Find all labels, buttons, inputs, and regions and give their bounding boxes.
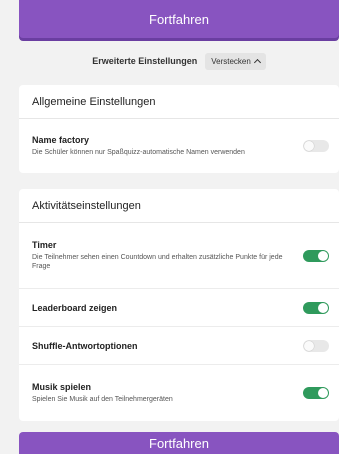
shuffle-answers-toggle[interactable]: [303, 339, 329, 352]
toggle-knob: [318, 388, 328, 398]
toggle-knob: [304, 141, 314, 151]
advanced-settings-bar: Erweiterte Einstellungen Verstecken: [19, 49, 339, 73]
setting-title: Timer: [32, 239, 57, 250]
timer-toggle[interactable]: [303, 249, 329, 262]
toggle-knob: [304, 340, 314, 351]
continue-button-top[interactable]: Fortfahren: [19, 0, 339, 38]
setting-text: Leaderboard zeigen: [32, 303, 117, 313]
hide-advanced-label: Verstecken: [211, 56, 251, 66]
leaderboard-toggle[interactable]: [303, 301, 329, 314]
continue-button-bottom[interactable]: Fortfahren: [19, 432, 339, 454]
setting-title: Musik spielen: [32, 381, 92, 392]
setting-row-name-factory: Name factory Die Schüler können nur Spaß…: [19, 119, 339, 173]
setting-row-shuffle-answers: Shuffle-Antwortoptionen: [19, 327, 339, 365]
name-factory-toggle[interactable]: [303, 140, 329, 152]
chevron-up-icon: [253, 58, 261, 66]
general-settings-heading: Allgemeine Einstellungen: [19, 85, 339, 119]
music-toggle[interactable]: [303, 387, 329, 399]
setting-description: Spielen Sie Musik auf den Teilnehmergerä…: [32, 395, 173, 403]
settings-page: Fortfahren Erweiterte Einstellungen Vers…: [0, 0, 339, 454]
advanced-settings-label: Erweiterte Einstellungen: [92, 56, 198, 66]
setting-description: Die Schüler können nur Spaßquizz-automat…: [32, 148, 245, 156]
setting-text: Musik spielen Spielen Sie Musik auf den …: [32, 382, 173, 404]
setting-text: Timer Die Teilnehmer sehen einen Countdo…: [32, 240, 294, 272]
activity-settings-card: Aktivitätseinstellungen Timer Die Teilne…: [19, 189, 339, 421]
setting-text: Name factory Die Schüler können nur Spaß…: [32, 135, 245, 157]
toggle-knob: [318, 250, 328, 261]
setting-title: Leaderboard zeigen: [32, 302, 118, 313]
activity-settings-heading: Aktivitätseinstellungen: [19, 189, 339, 223]
hide-advanced-button[interactable]: Verstecken: [205, 52, 266, 70]
setting-title: Name factory: [32, 134, 90, 145]
setting-description: Die Teilnehmer sehen einen Countdown und…: [32, 253, 283, 270]
setting-row-timer: Timer Die Teilnehmer sehen einen Countdo…: [19, 223, 339, 289]
general-settings-card: Allgemeine Einstellungen Name factory Di…: [19, 85, 339, 173]
setting-row-music: Musik spielen Spielen Sie Musik auf den …: [19, 365, 339, 421]
setting-row-leaderboard: Leaderboard zeigen: [19, 289, 339, 327]
toggle-knob: [318, 302, 328, 313]
setting-title: Shuffle-Antwortoptionen: [32, 340, 138, 351]
setting-text: Shuffle-Antwortoptionen: [32, 341, 137, 351]
